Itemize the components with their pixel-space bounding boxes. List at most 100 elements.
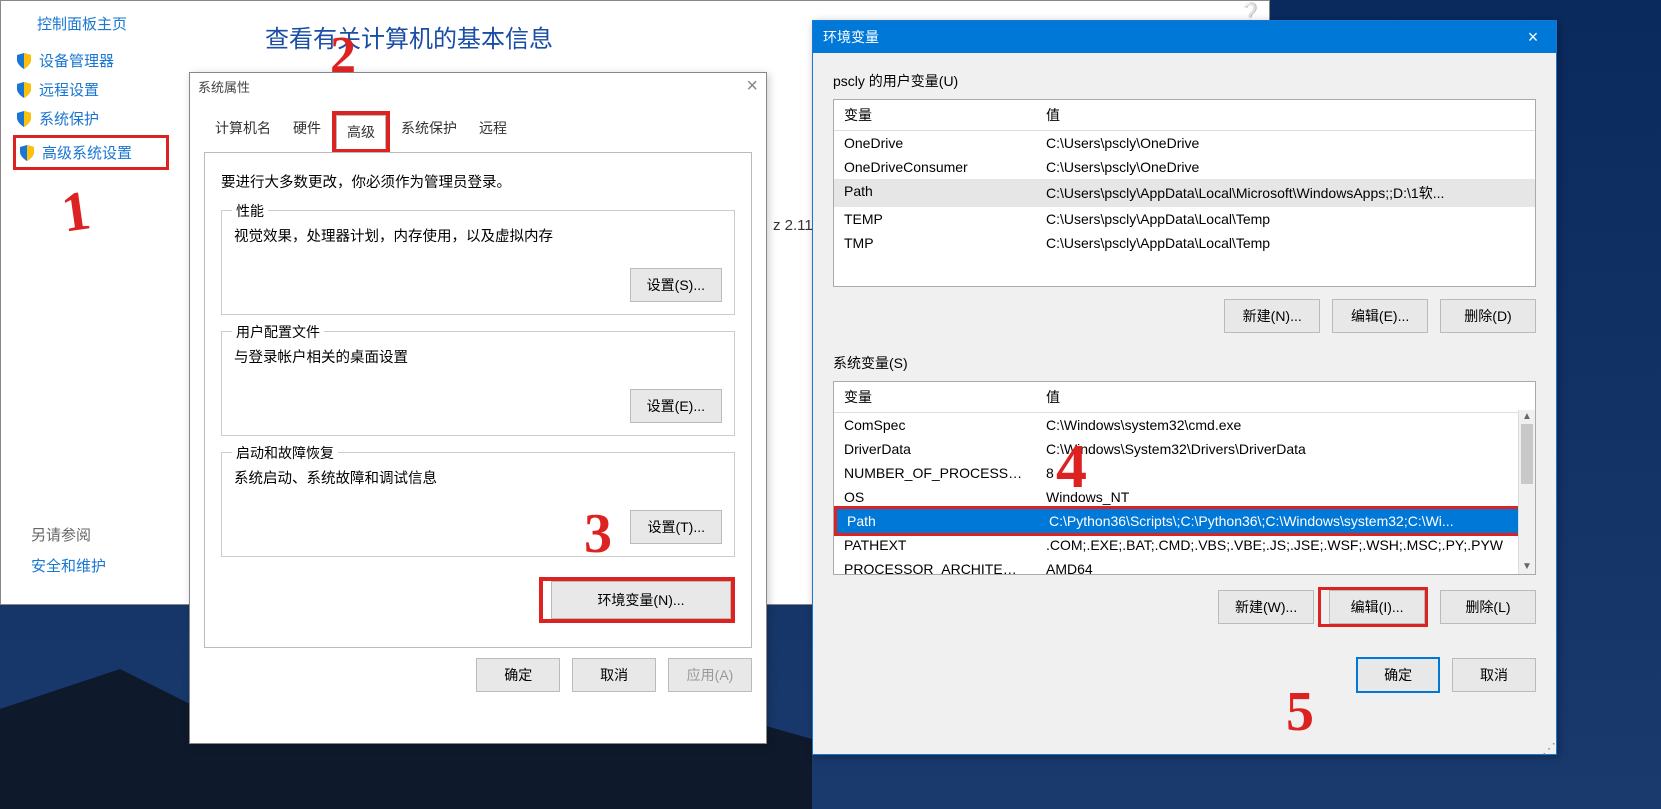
scroll-up-icon[interactable]: ▲: [1519, 410, 1535, 424]
cell-variable: OneDriveConsumer: [834, 157, 1036, 177]
cell-variable: DriverData: [834, 439, 1036, 459]
ok-button[interactable]: 确定: [476, 658, 560, 692]
group-desc: 与登录帐户相关的桌面设置: [234, 346, 722, 367]
startup-settings-button[interactable]: 设置(T)...: [630, 510, 722, 544]
control-panel-home-link[interactable]: 控制面板主页: [13, 13, 169, 34]
cell-variable: TEMP: [834, 209, 1036, 229]
sidebar-link-device-manager[interactable]: 设备管理器: [13, 46, 169, 75]
close-button[interactable]: ×: [746, 75, 758, 98]
system-variables-label: 系统变量(S): [833, 353, 1536, 373]
table-row[interactable]: PATHEXT.COM;.EXE;.BAT;.CMD;.VBS;.VBE;.JS…: [834, 533, 1535, 557]
tab-advanced[interactable]: 高级: [336, 115, 386, 149]
user-new-button[interactable]: 新建(N)...: [1224, 299, 1320, 333]
cell-variable: TMP: [834, 233, 1036, 253]
table-row[interactable]: ComSpecC:\Windows\system32\cmd.exe: [834, 413, 1535, 437]
cell-variable: PATHEXT: [834, 535, 1036, 555]
table-header: 变量 值: [834, 100, 1535, 131]
table-header: 变量 值: [834, 382, 1535, 413]
group-user-profiles: 用户配置文件 与登录帐户相关的桌面设置 设置(E)...: [221, 331, 735, 436]
tab-strip: 计算机名 硬件 高级 系统保护 远程: [190, 111, 766, 153]
cell-variable: PROCESSOR_ARCHITECTURE: [834, 559, 1036, 575]
table-row[interactable]: PathC:\Python36\Scripts\;C:\Python36\;C:…: [837, 509, 1532, 533]
control-panel-sidebar: 控制面板主页 设备管理器 远程设置 系统保护 高级系统设置: [1, 1, 181, 604]
shield-icon: [15, 52, 33, 70]
environment-variables-dialog: 环境变量 × pscly 的用户变量(U) 变量 值 OneDriveC:\Us…: [812, 20, 1557, 755]
group-title: 用户配置文件: [232, 322, 324, 342]
table-row[interactable]: OneDriveConsumerC:\Users\pscly\OneDrive: [834, 155, 1535, 179]
shield-icon: [15, 110, 33, 128]
shield-icon: [18, 144, 36, 162]
group-performance: 性能 视觉效果，处理器计划，内存使用，以及虚拟内存 设置(S)...: [221, 210, 735, 315]
environment-variables-button[interactable]: 环境变量(N)...: [551, 581, 731, 619]
cell-value: .COM;.EXE;.BAT;.CMD;.VBS;.VBE;.JS;.JSE;.…: [1036, 535, 1535, 555]
dialog-titlebar: 环境变量 ×: [813, 21, 1556, 53]
sidebar-link-label: 系统保护: [39, 108, 99, 129]
user-delete-button[interactable]: 删除(D): [1440, 299, 1536, 333]
system-new-button[interactable]: 新建(W)...: [1218, 590, 1314, 624]
system-properties-dialog: 系统属性 × 计算机名 硬件 高级 系统保护 远程 要进行大多数更改，你必须作为…: [189, 72, 767, 744]
user-edit-button[interactable]: 编辑(E)...: [1332, 299, 1428, 333]
see-also-section: 另请参阅 安全和维护: [31, 524, 106, 576]
tab-system-protection[interactable]: 系统保护: [390, 111, 468, 153]
cell-value: C:\Windows\system32\cmd.exe: [1036, 415, 1535, 435]
cell-value: C:\Users\pscly\OneDrive: [1036, 133, 1535, 153]
user-variables-table[interactable]: 变量 值 OneDriveC:\Users\pscly\OneDriveOneD…: [833, 99, 1536, 287]
cancel-button[interactable]: 取消: [572, 658, 656, 692]
table-row[interactable]: DriverDataC:\Windows\System32\Drivers\Dr…: [834, 437, 1535, 461]
apply-button[interactable]: 应用(A): [668, 658, 752, 692]
cell-value: Windows_NT: [1036, 487, 1535, 507]
group-desc: 系统启动、系统故障和调试信息: [234, 467, 722, 488]
resize-grip-icon[interactable]: ⋰: [1542, 744, 1554, 752]
dialog-title: 系统属性: [198, 77, 250, 96]
table-row[interactable]: PROCESSOR_ARCHITECTUREAMD64: [834, 557, 1535, 575]
cancel-button[interactable]: 取消: [1452, 658, 1536, 692]
tab-hardware[interactable]: 硬件: [282, 111, 332, 153]
cpu-speed-fragment: z 2.11: [773, 217, 813, 234]
user-variables-label: pscly 的用户变量(U): [833, 71, 1536, 91]
system-edit-button[interactable]: 编辑(I)...: [1329, 590, 1425, 624]
col-header-value[interactable]: 值: [1036, 382, 1535, 412]
ok-button[interactable]: 确定: [1356, 657, 1440, 693]
cell-value: C:\Users\pscly\AppData\Local\Microsoft\W…: [1036, 181, 1535, 205]
cell-value: C:\Users\pscly\OneDrive: [1036, 157, 1535, 177]
table-row[interactable]: TEMPC:\Users\pscly\AppData\Local\Temp: [834, 207, 1535, 231]
table-row[interactable]: NUMBER_OF_PROCESSORS8: [834, 461, 1535, 485]
scroll-thumb[interactable]: [1521, 424, 1533, 484]
see-also-security-link[interactable]: 安全和维护: [31, 555, 106, 576]
cell-variable: OneDrive: [834, 133, 1036, 153]
table-row[interactable]: OSWindows_NT: [834, 485, 1535, 509]
system-variables-table[interactable]: 变量 值 ComSpecC:\Windows\system32\cmd.exeD…: [833, 381, 1536, 575]
table-row[interactable]: TMPC:\Users\pscly\AppData\Local\Temp: [834, 231, 1535, 255]
group-desc: 视觉效果，处理器计划，内存使用，以及虚拟内存: [234, 225, 722, 246]
sidebar-link-label: 远程设置: [39, 79, 99, 100]
group-title: 启动和故障恢复: [232, 443, 338, 463]
admin-note: 要进行大多数更改，你必须作为管理员登录。: [221, 171, 735, 192]
tab-computer-name[interactable]: 计算机名: [204, 111, 282, 153]
dialog-buttons: 确定 取消 应用(A): [190, 648, 766, 706]
group-startup-recovery: 启动和故障恢复 系统启动、系统故障和调试信息 设置(T)...: [221, 452, 735, 557]
tab-remote[interactable]: 远程: [468, 111, 518, 153]
col-header-value[interactable]: 值: [1036, 100, 1535, 130]
sidebar-link-advanced-system-settings[interactable]: 高级系统设置: [16, 138, 136, 167]
cell-variable: OS: [834, 487, 1036, 507]
system-delete-button[interactable]: 删除(L): [1440, 590, 1536, 624]
scroll-down-icon[interactable]: ▼: [1519, 560, 1535, 574]
cell-value: AMD64: [1036, 559, 1535, 575]
shield-icon: [15, 81, 33, 99]
sidebar-link-system-protection[interactable]: 系统保护: [13, 104, 169, 133]
see-also-header: 另请参阅: [31, 524, 106, 545]
performance-settings-button[interactable]: 设置(S)...: [630, 268, 722, 302]
user-profiles-settings-button[interactable]: 设置(E)...: [630, 389, 722, 423]
table-row[interactable]: PathC:\Users\pscly\AppData\Local\Microso…: [834, 179, 1535, 207]
dialog-title: 环境变量: [823, 27, 879, 47]
dialog-titlebar: 系统属性 ×: [190, 73, 766, 99]
sidebar-link-label: 设备管理器: [39, 50, 114, 71]
sidebar-link-remote-settings[interactable]: 远程设置: [13, 75, 169, 104]
close-button[interactable]: ×: [1510, 21, 1556, 53]
scrollbar[interactable]: ▲ ▼: [1518, 410, 1535, 574]
cell-value: C:\Users\pscly\AppData\Local\Temp: [1036, 209, 1535, 229]
col-header-variable[interactable]: 变量: [834, 382, 1036, 412]
col-header-variable[interactable]: 变量: [834, 100, 1036, 130]
table-row[interactable]: OneDriveC:\Users\pscly\OneDrive: [834, 131, 1535, 155]
cell-variable: NUMBER_OF_PROCESSORS: [834, 463, 1036, 483]
